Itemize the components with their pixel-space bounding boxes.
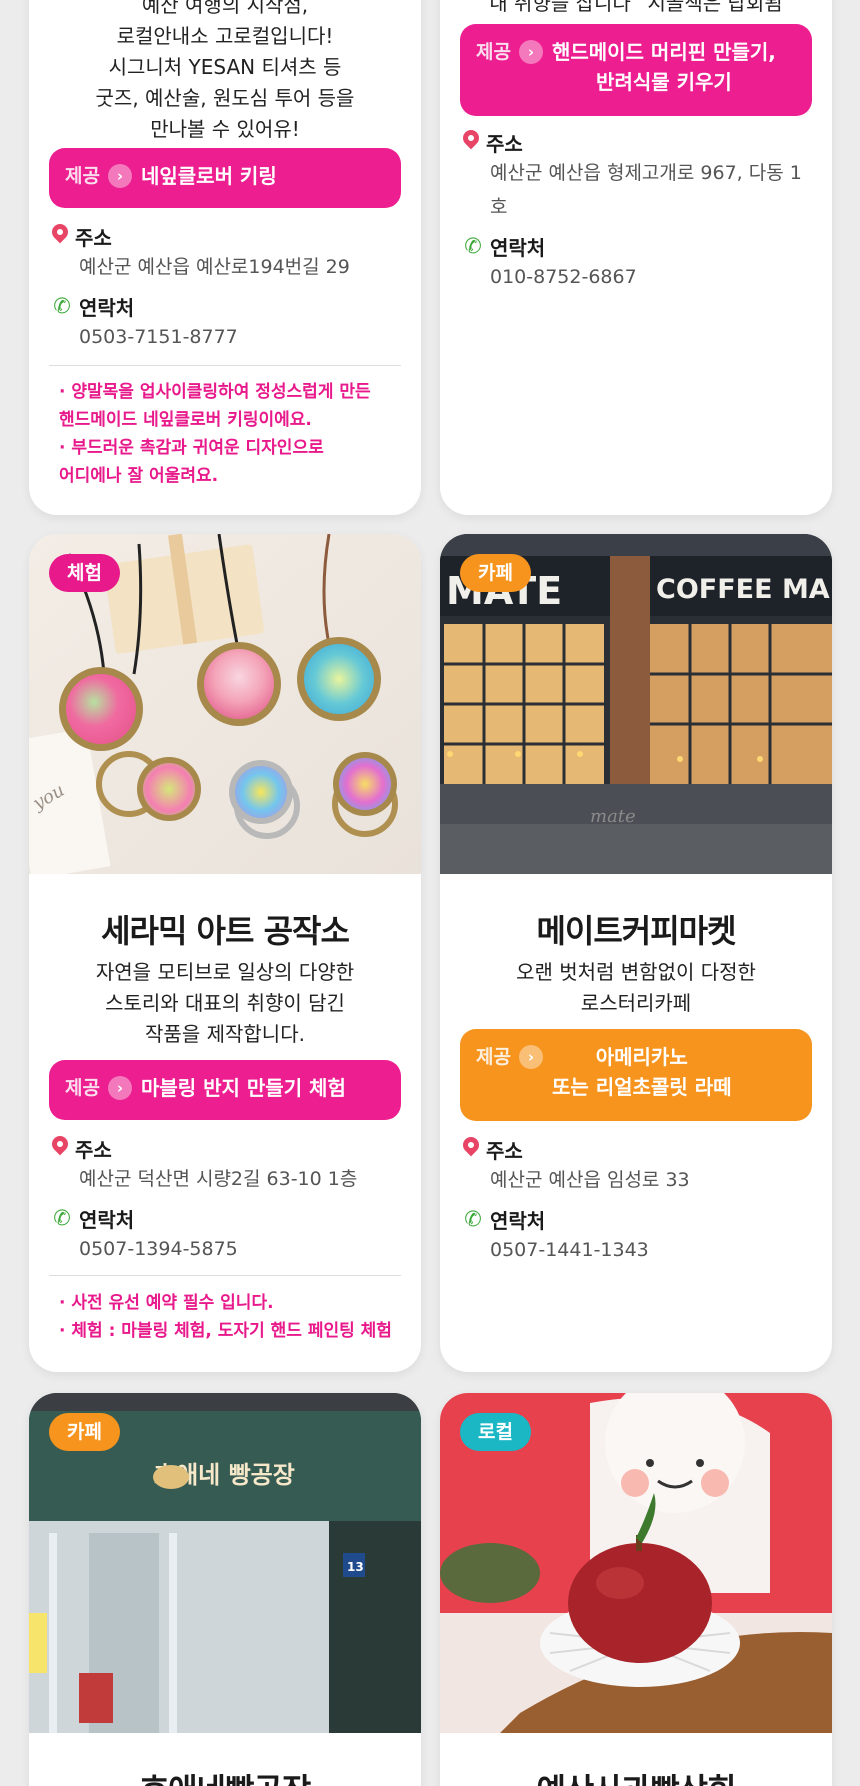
card-title: 효애네빵공장	[29, 1765, 421, 1786]
offer-label: 제공	[65, 1077, 100, 1099]
offer-value: 마블링 반지 만들기 체험	[140, 1076, 346, 1100]
address-label: 주소	[75, 225, 112, 250]
phone-icon: ✆	[53, 1206, 71, 1230]
location-pin-icon	[51, 1136, 69, 1160]
info-block: 주소 예산군 예산읍 예산로194번길 29 ✆ 연락처 0503-7151-87…	[51, 222, 401, 354]
category-badge: 로컬	[460, 1413, 531, 1451]
chevron-right-icon: ›	[107, 1076, 132, 1100]
offer-value: 핸드메이드 머리핀 만들기, 반려식물 키우기	[551, 40, 776, 94]
phone-icon: ✆	[464, 1207, 482, 1231]
sign-right-text: COFFEE MARKET	[656, 574, 832, 605]
location-pin-icon	[51, 224, 69, 248]
card-title: 메이트커피마켓	[536, 912, 736, 950]
category-badge: 카페	[460, 554, 531, 592]
card-description: 내 취향을 찹니다 “시골책은 탑회됨	[489, 0, 783, 15]
phone-icon: ✆	[464, 234, 482, 258]
chevron-right-icon: ›	[518, 40, 543, 64]
contact-value[interactable]: 0503-7151-8777	[51, 320, 401, 354]
card-golocal[interactable]: 예산 여행의 시작점, 로컬안내소 고로컬입니다! 시그니처 YESAN 티셔츠…	[29, 0, 421, 515]
sign-small-text: mate	[590, 806, 636, 827]
category-badge: 카페	[49, 1413, 120, 1451]
notes-list: · 양말목을 업사이클링하여 정성스럽게 만든 핸드메이드 네잎클로버 키링이에…	[59, 378, 401, 490]
info-block: 주소 예산군 예산읍 형제고개로 967, 다동 1호 ✆ 연락처 010-875…	[462, 128, 812, 294]
card-title: 예산사과빵상회	[440, 1765, 832, 1786]
address-value: 예산군 예산읍 예산로194번길 29	[79, 256, 350, 278]
contact-value[interactable]: 010-8752-6867	[462, 260, 812, 294]
address-label: 주소	[486, 1138, 523, 1163]
address-label: 주소	[75, 1137, 112, 1162]
address-value: 예산군 예산읍 형제고개로 967, 다동 1호	[490, 162, 802, 218]
card-bakery[interactable]: 효애네 빵공장 13 카페 효애네빵공장	[29, 1393, 421, 1786]
divider	[49, 365, 401, 366]
notes-list: · 사전 유선 예약 필수 입니다. · 체험 : 마블링 체험, 도자기 핸드…	[59, 1289, 401, 1345]
offer-box: 제공 › 아메리카노 또는 리얼초콜릿 라떼	[460, 1029, 812, 1121]
offer-value: 네잎클로버 키링	[140, 164, 277, 188]
offer-box: 제공 › 마블링 반지 만들기 체험	[49, 1060, 401, 1120]
card-description: 오랜 벗처럼 변함없이 다정한 로스터리카페	[516, 960, 756, 1015]
offer-box: 제공 › 네잎클로버 키링	[49, 148, 401, 208]
card-apple-bread[interactable]: 로컬 예산사과빵상회	[440, 1393, 832, 1786]
category-badge: 체험	[49, 554, 120, 592]
note-item: · 부드러운 촉감과 귀여운 디자인으로 어디에나 잘 어울려요.	[59, 438, 324, 486]
house-number-text: 13	[347, 1560, 364, 1574]
card-bookstore[interactable]: 내 취향을 찹니다 “시골책은 탑회됨 제공 › 핸드메이드 머리핀 만들기, …	[440, 0, 832, 515]
note-item: · 체험 : 마블링 체험, 도자기 핸드 페인팅 체험	[59, 1321, 392, 1341]
card-description: 예산 여행의 시작점, 로컬안내소 고로컬입니다! 시그니처 YESAN 티셔츠…	[95, 0, 355, 141]
chevron-right-icon: ›	[518, 1045, 543, 1069]
info-block: 주소 예산군 덕산면 시량2길 63-10 1층 ✆ 연락처 0507-1394-…	[51, 1134, 401, 1266]
note-item: · 양말목을 업사이클링하여 정성스럽게 만든 핸드메이드 네잎클로버 키링이에…	[59, 382, 371, 430]
contact-label: 연락처	[490, 235, 546, 260]
address-label: 주소	[486, 131, 523, 156]
offer-value: 아메리카노 또는 리얼초콜릿 라떼	[551, 1045, 732, 1099]
location-pin-icon	[462, 130, 480, 154]
location-pin-icon	[462, 1137, 480, 1161]
offer-label: 제공	[476, 1046, 511, 1068]
contact-label: 연락처	[490, 1208, 546, 1233]
chevron-right-icon: ›	[107, 164, 132, 188]
note-item: · 사전 유선 예약 필수 입니다.	[59, 1293, 274, 1313]
contact-value[interactable]: 0507-1441-1343	[462, 1233, 812, 1267]
divider	[49, 1275, 401, 1276]
contact-label: 연락처	[79, 295, 135, 320]
address-value: 예산군 덕산면 시량2길 63-10 1층	[79, 1168, 358, 1190]
contact-value[interactable]: 0507-1394-5875	[51, 1232, 401, 1266]
offer-label: 제공	[476, 41, 511, 63]
card-title: 세라믹 아트 공작소	[101, 912, 350, 950]
address-value: 예산군 예산읍 임성로 33	[490, 1169, 690, 1191]
offer-label: 제공	[65, 165, 100, 187]
phone-icon: ✆	[53, 294, 71, 318]
card-mate-coffee[interactable]: MATE COFFEE MARKET mate 카페 메이트커피마켓 오랜 벗처…	[440, 534, 832, 1372]
card-ceramic-art[interactable]: you 체험 세라믹 아트 공작소 자연을 모티브로 일상의 다양한 스토리와 …	[29, 534, 421, 1372]
offer-box: 제공 › 핸드메이드 머리핀 만들기, 반려식물 키우기	[460, 24, 812, 116]
info-block: 주소 예산군 예산읍 임성로 33 ✆ 연락처 0507-1441-1343	[462, 1135, 812, 1267]
contact-label: 연락처	[79, 1207, 135, 1232]
card-description: 자연을 모티브로 일상의 다양한 스토리와 대표의 취향이 담긴 작품을 제작합…	[95, 960, 355, 1046]
